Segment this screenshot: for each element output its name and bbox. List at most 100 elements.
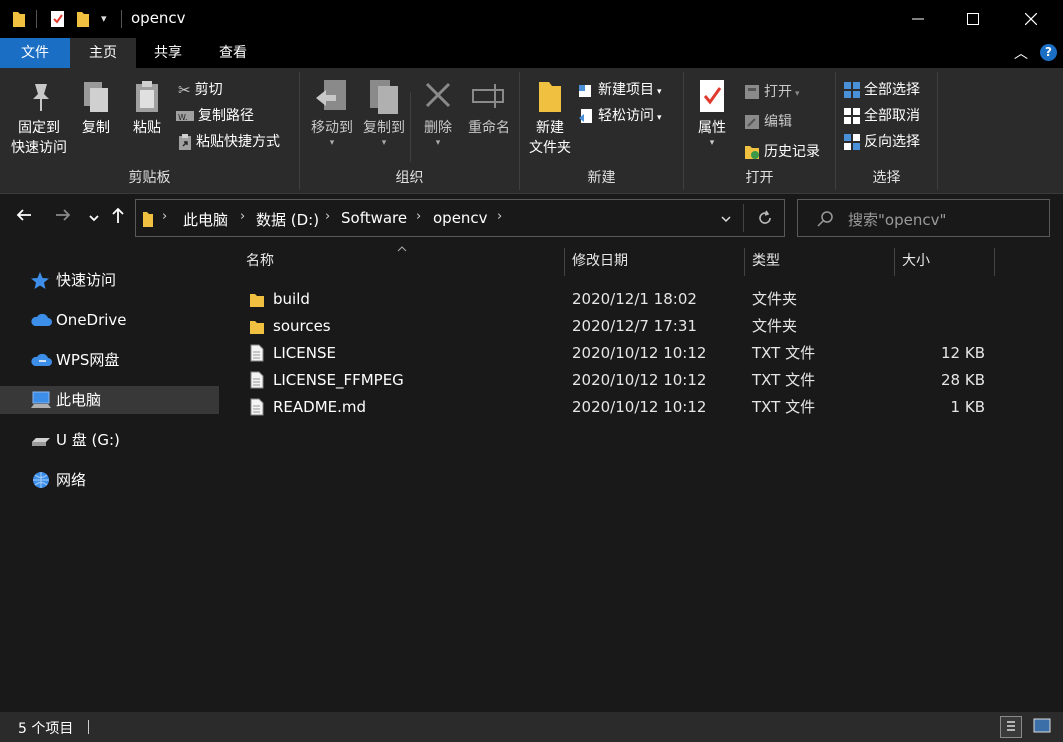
breadcrumb-data-drive[interactable]: 数据 (D:) [256,209,319,230]
pin-label-line2: 快速访问 [11,140,67,156]
properties-quick-icon[interactable] [50,9,66,29]
edit-icon [745,115,759,129]
cut-button[interactable]: ✂ 剪切 [178,78,223,102]
sidebar-item-usb-drive[interactable]: U 盘 (G:) [0,426,219,454]
column-divider[interactable] [564,248,565,276]
table-row[interactable]: LICENSE_FFMPEG 2020/10/12 10:12 TXT 文件 2… [222,367,1063,394]
computer-icon [31,391,51,408]
usb-drive-icon [32,438,50,446]
history-label: 历史记录 [764,144,820,160]
file-name: README.md [273,398,367,416]
copy-path-button[interactable]: W. 复制路径 [176,104,254,128]
table-row[interactable]: sources 2020/12/7 17:31 文件夹 [222,313,1063,340]
sidebar-item-wps-drive[interactable]: WPS网盘 [0,346,219,374]
column-divider[interactable] [744,248,745,276]
sidebar-item-onedrive[interactable]: OneDrive [0,306,219,334]
sidebar-item-this-pc[interactable]: 此电脑 [0,386,219,414]
select-none-button[interactable]: 全部取消 [844,104,920,128]
tab-file[interactable]: 文件 [0,38,70,68]
file-size [902,313,985,340]
sidebar-item-quick-access[interactable]: 快速访问 [0,266,219,294]
close-button[interactable] [1008,0,1054,38]
easy-access-icon [579,109,592,123]
breadcrumb-separator[interactable]: › [162,209,167,224]
new-item-button[interactable]: 新建项目 ▾ [578,78,662,102]
column-divider[interactable] [994,248,995,276]
breadcrumb-separator[interactable]: › [497,209,502,224]
window-title: opencv [131,9,186,27]
table-row[interactable]: README.md 2020/10/12 10:12 TXT 文件 1 KB [222,394,1063,421]
forward-button[interactable] [54,206,72,229]
divider [410,92,411,162]
delete-button[interactable]: 删除 ▾ [416,78,460,148]
properties-button[interactable]: 属性 ▾ [690,78,734,148]
column-header-modified[interactable]: 修改日期 [572,244,628,278]
breadcrumb-separator[interactable]: › [325,209,330,224]
up-button[interactable] [110,206,126,229]
sidebar-item-label: 此电脑 [56,391,102,409]
history-icon [745,146,759,159]
table-row[interactable]: LICENSE 2020/10/12 10:12 TXT 文件 12 KB [222,340,1063,367]
chevron-down-icon[interactable] [720,213,732,225]
clipboard-icon [136,81,158,112]
back-button[interactable] [15,206,33,229]
invert-selection-button[interactable]: 反向选择 [844,130,920,154]
new-item-dropdown-icon: ▾ [657,87,662,97]
new-folder-button[interactable]: 新建 文件夹 [524,78,576,158]
details-view-button[interactable] [1000,716,1022,738]
text-file-icon [250,344,264,362]
search-icon [817,211,833,227]
rename-label: 重命名 [468,120,510,136]
column-divider[interactable] [894,248,895,276]
breadcrumb-this-pc[interactable]: 此电脑 [183,209,228,230]
breadcrumb-software[interactable]: Software [341,209,407,227]
column-header-name[interactable]: 名称 [246,244,274,278]
pin-to-quick-access-button[interactable]: 固定到 快速访问 [8,78,70,158]
paste-button[interactable]: 粘贴 [124,78,170,138]
select-all-button[interactable]: 全部选择 [844,78,920,102]
file-modified: 2020/10/12 10:12 [572,398,707,416]
move-to-button[interactable]: 移动到 ▾ [304,78,360,148]
recent-locations-button[interactable] [88,208,100,229]
sidebar-item-network[interactable]: 网络 [0,466,219,494]
open-button[interactable]: 打开 ▾ [744,80,800,104]
copy-button[interactable]: 复制 [74,78,118,138]
refresh-icon[interactable] [757,210,773,226]
breadcrumb-opencv[interactable]: opencv [433,209,488,227]
history-button[interactable]: 历史记录 [744,140,820,164]
breadcrumb-separator[interactable]: › [416,209,421,224]
breadcrumb-separator[interactable]: › [240,209,245,224]
file-modified: 2020/10/12 10:12 [572,371,707,389]
tab-share[interactable]: 共享 [136,38,200,68]
paste-shortcut-button[interactable]: 粘贴快捷方式 [178,130,280,154]
rename-button[interactable]: 重命名 [462,78,516,138]
large-icons-view-button[interactable] [1032,716,1054,738]
open-group: 属性 ▾ 打开 ▾ 编辑 历史记录 打开 [684,72,836,190]
file-modified: 2020/12/7 17:31 [572,317,697,335]
sidebar-item-label: 快速访问 [56,271,117,289]
help-icon[interactable]: ? [1040,44,1057,61]
cloud-icon [31,353,52,366]
large-icons-view-icon [1033,718,1051,733]
maximize-button[interactable] [950,0,996,38]
tab-view[interactable]: 查看 [200,38,266,68]
maximize-icon [967,13,979,25]
copy-to-button[interactable]: 复制到 ▾ [356,78,412,148]
arrow-right-icon [56,209,71,221]
column-header-type[interactable]: 类型 [752,244,780,278]
minimize-button[interactable] [895,0,941,38]
sidebar-item-label: OneDrive [56,311,127,329]
address-bar[interactable]: › 此电脑 › 数据 (D:) › Software › opencv › [135,199,785,237]
search-box[interactable]: 搜索"opencv" [797,199,1050,237]
easy-access-button[interactable]: 轻松访问 ▾ [578,104,662,128]
chevron-down-icon [89,215,99,222]
details-view-icon [1007,721,1015,731]
edit-button[interactable]: 编辑 [744,110,792,134]
collapse-ribbon-icon[interactable]: ︿ [1014,43,1028,63]
tab-home[interactable]: 主页 [70,38,136,68]
new-folder-quick-icon[interactable] [76,9,90,29]
customize-quick-access-icon[interactable]: ▾ [101,12,107,25]
table-row[interactable]: build 2020/12/1 18:02 文件夹 [222,286,1063,313]
open-dropdown-icon: ▾ [795,89,800,99]
column-header-size[interactable]: 大小 [902,244,930,278]
